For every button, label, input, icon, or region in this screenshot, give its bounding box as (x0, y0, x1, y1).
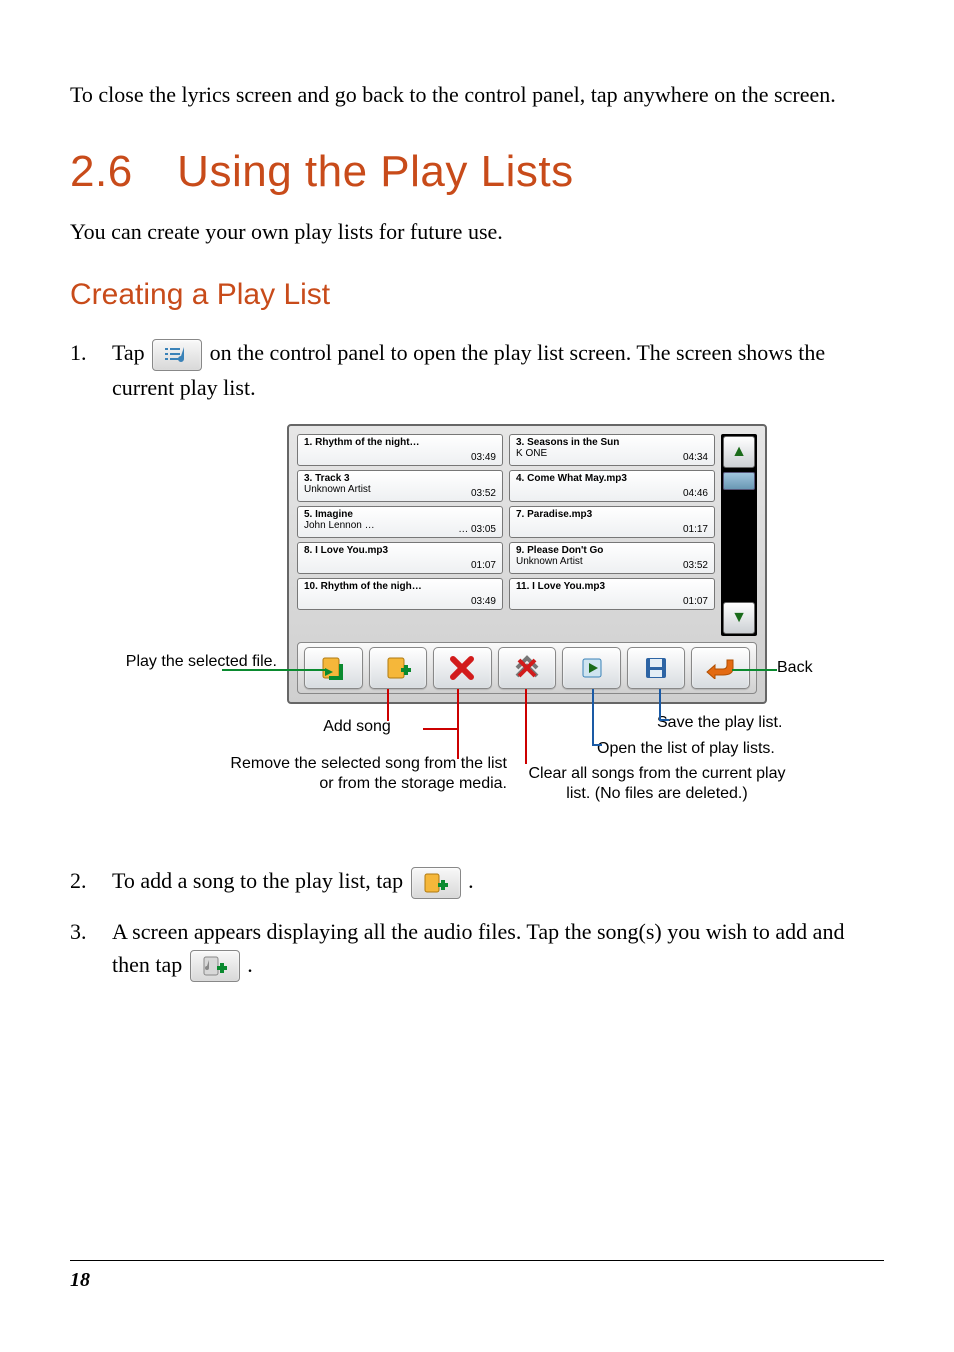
connector-line (592, 689, 594, 744)
connector-line (592, 744, 602, 746)
connector-line (387, 689, 389, 721)
step-2-text-b: . (468, 868, 474, 893)
add-confirm-icon (190, 950, 240, 982)
paragraph-after-heading: You can create your own play lists for f… (70, 217, 884, 248)
connector-line (222, 669, 327, 671)
step-1-text-a: Tap (112, 340, 150, 365)
open-playlists-button[interactable] (562, 647, 621, 689)
device-screenshot: 1. Rhythm of the night…03:49 3. Track 3U… (287, 424, 767, 704)
play-button[interactable] (304, 647, 363, 689)
paragraph-intro: To close the lyrics screen and go back t… (70, 80, 884, 111)
connector-line (732, 669, 777, 671)
list-item[interactable]: 8. I Love You.mp301:07 (297, 542, 503, 574)
heading-section: 2.6 Using the Play Lists (70, 147, 884, 197)
scroll-up-icon[interactable]: ▲ (723, 436, 755, 468)
scroll-down-icon[interactable]: ▼ (723, 602, 755, 634)
list-item[interactable]: 3. Track 3Unknown Artist03:52 (297, 470, 503, 502)
callout-add: Add song (277, 717, 437, 738)
step-3: 3. A screen appears displaying all the a… (70, 915, 884, 983)
list-item[interactable]: 11. I Love You.mp301:07 (509, 578, 715, 610)
scrollbar[interactable]: ▲ ▼ (721, 434, 757, 636)
list-item[interactable]: 1. Rhythm of the night…03:49 (297, 434, 503, 466)
step-1: 1. Tap on the control panel to open the … (70, 336, 884, 404)
connector-line (659, 689, 661, 719)
list-item[interactable]: 10. Rhythm of the nigh…03:49 (297, 578, 503, 610)
list-item[interactable]: 7. Paradise.mp301:17 (509, 506, 715, 538)
playlist-icon (152, 339, 202, 371)
clear-list-button[interactable] (498, 647, 557, 689)
add-song-button[interactable] (369, 647, 428, 689)
heading-subsection: Creating a Play List (70, 278, 884, 312)
save-playlist-button[interactable] (627, 647, 686, 689)
connector-line (457, 689, 459, 759)
page-number: 18 (70, 1269, 90, 1291)
toolbar (297, 642, 757, 694)
list-item[interactable]: 3. Seasons in the SunK ONE04:34 (509, 434, 715, 466)
connector-line (659, 719, 669, 721)
back-button[interactable] (691, 647, 750, 689)
scroll-thumb[interactable] (723, 472, 755, 490)
callout-save: Save the play list. (657, 713, 877, 734)
step-2-text-a: To add a song to the play list, tap (112, 868, 409, 893)
step-2: 2. To add a song to the play list, tap . (70, 864, 884, 899)
remove-song-button[interactable] (433, 647, 492, 689)
screenshot-figure: 1. Rhythm of the night…03:49 3. Track 3U… (117, 424, 837, 824)
page-footer: 18 (70, 1260, 884, 1292)
step-1-text-b: on the control panel to open the play li… (112, 340, 825, 400)
add-song-icon (411, 867, 461, 899)
callout-open: Open the list of play lists. (597, 739, 877, 760)
connector-line (423, 728, 457, 730)
step-3-number: 3. (70, 915, 112, 983)
list-item[interactable]: 5. ImagineJohn Lennon …… 03:05 (297, 506, 503, 538)
list-item[interactable]: 9. Please Don't GoUnknown Artist03:52 (509, 542, 715, 574)
callout-clear: Clear all songs from the current play li… (517, 764, 797, 806)
step-3-text-b: . (247, 952, 253, 977)
connector-line (525, 689, 527, 764)
step-1-number: 1. (70, 336, 112, 404)
callout-remove: Remove the selected song from the list o… (227, 754, 507, 796)
step-2-number: 2. (70, 864, 112, 899)
list-item[interactable]: 4. Come What May.mp304:46 (509, 470, 715, 502)
callout-back: Back (777, 658, 857, 679)
